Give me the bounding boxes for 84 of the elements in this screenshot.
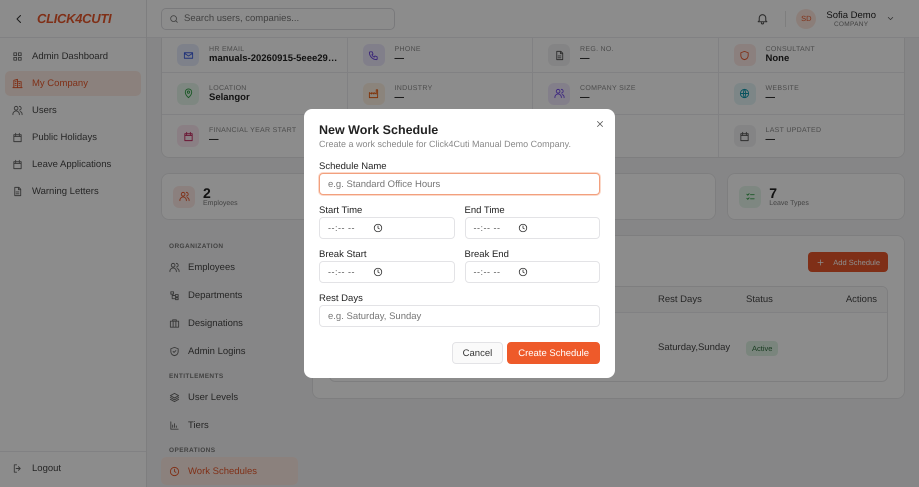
table-cell-text: Saturday,Sunday: [657, 342, 732, 352]
info-value: —: [580, 53, 590, 64]
subnav-item[interactable]: Admin Logins: [161, 337, 298, 365]
building-icon: [12, 78, 23, 89]
subnav-item[interactable]: Work Schedules: [161, 457, 298, 485]
field-label: Schedule Name: [319, 161, 388, 172]
info-value: —: [209, 134, 220, 145]
document-icon: [12, 186, 23, 197]
sidebar-item[interactable]: Warning Letters: [5, 179, 141, 204]
time-field[interactable]: --:-- --: [319, 261, 454, 283]
subnav-item[interactable]: User Levels: [161, 383, 298, 411]
user-name: Sofia Demo: [826, 10, 876, 20]
layers-icon: [169, 392, 180, 402]
subnav-item[interactable]: Departments: [161, 281, 298, 309]
clock-icon: [518, 267, 528, 277]
field-label: Rest Days: [319, 293, 364, 304]
chevron-down-icon[interactable]: [886, 14, 895, 23]
sidebar-item[interactable]: Public Holidays: [5, 125, 141, 150]
info-icon: [177, 82, 199, 104]
column-header: Rest Days: [657, 294, 703, 305]
info-value: manuals-20260915-5eee29…: [209, 53, 338, 64]
info-value: —: [394, 92, 405, 102]
subnav-item[interactable]: Tiers: [161, 411, 298, 439]
info-icon: [177, 125, 199, 147]
column-header: Status: [745, 294, 774, 305]
info-icon: [362, 44, 384, 66]
people-icon: [169, 262, 180, 272]
info-value: —: [766, 92, 776, 102]
info-icon: [548, 82, 570, 104]
logo: CLICK4CUTI: [37, 11, 112, 26]
info-icon: [734, 125, 756, 147]
time-field[interactable]: --:-- --: [464, 217, 600, 239]
clock-icon: [372, 267, 383, 277]
modal-title: New Work Schedule: [319, 123, 440, 137]
close-icon: [595, 119, 605, 129]
logout-icon: [12, 463, 23, 474]
stat-value: 7: [769, 186, 778, 200]
modal-subtitle: Create a work schedule for Click4Cuti Manual Demo Company.: [319, 139, 572, 149]
field-label: Start Time: [319, 205, 364, 216]
clock-icon: [518, 223, 528, 233]
calendar-icon: [12, 159, 23, 170]
time-field[interactable]: --:-- --: [464, 261, 600, 283]
sidebar-item[interactable]: My Company: [5, 71, 141, 96]
logout-link[interactable]: Logout: [5, 456, 141, 481]
info-value: —: [580, 92, 590, 102]
bar-chart-icon: [169, 420, 180, 430]
field-label: Break Start: [319, 249, 368, 260]
create-schedule-button[interactable]: Create Schedule: [507, 342, 600, 364]
info-icon: [548, 44, 570, 66]
stat-icon: [739, 186, 762, 208]
calendar-icon: [12, 132, 23, 143]
column-header: Actions: [844, 294, 878, 305]
plus-icon: [816, 258, 826, 266]
info-icon: [177, 44, 199, 66]
briefcase-icon: [169, 318, 180, 328]
cancel-button[interactable]: Cancel: [452, 342, 504, 364]
time-field[interactable]: --:-- --: [319, 217, 454, 239]
info-value: Selangor: [209, 92, 250, 102]
clock-icon: [372, 223, 383, 233]
shield-check-icon: [169, 346, 180, 356]
sidebar-item[interactable]: Admin Dashboard: [5, 44, 141, 69]
clock-icon: [169, 466, 180, 476]
info-value: None: [766, 53, 790, 64]
close-button[interactable]: [595, 119, 605, 129]
info-value: —: [394, 53, 405, 64]
sidebar-item[interactable]: Users: [5, 98, 141, 123]
stat-value: 2: [203, 186, 211, 200]
field-label: Break End: [464, 249, 510, 260]
info-icon: [362, 82, 384, 104]
people-icon: [12, 105, 23, 116]
stat-icon: [173, 186, 195, 208]
search-icon: [169, 14, 179, 24]
grid-icon: [12, 51, 23, 62]
subnav-item[interactable]: Employees: [161, 253, 298, 281]
bell-icon[interactable]: [756, 12, 770, 25]
info-icon: [734, 82, 756, 104]
info-icon: [734, 44, 756, 66]
subnav-item[interactable]: Designations: [161, 309, 298, 337]
hierarchy-icon: [169, 290, 180, 300]
field-label: End Time: [464, 205, 506, 216]
search-field[interactable]: Search users, companies...: [161, 8, 395, 30]
input-field[interactable]: e.g. Standard Office Hours: [319, 173, 600, 195]
info-value: —: [766, 134, 776, 145]
sidebar-item[interactable]: Leave Applications: [5, 152, 141, 177]
